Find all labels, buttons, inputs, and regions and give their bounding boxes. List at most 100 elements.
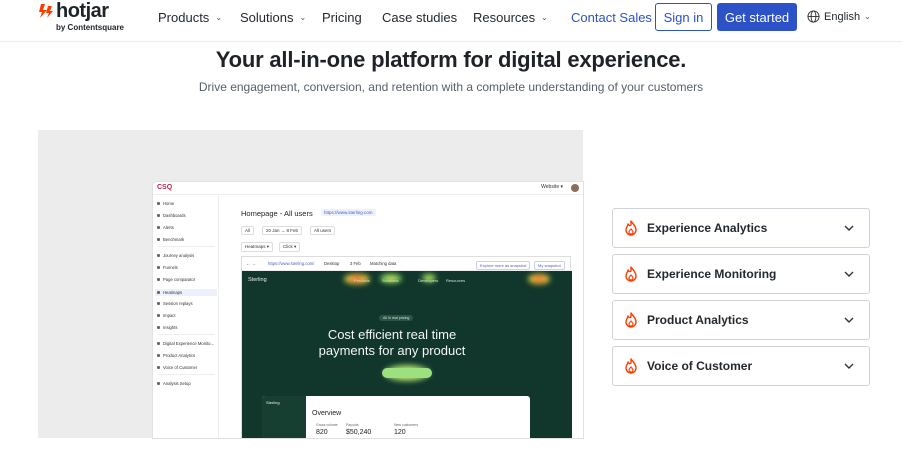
accordion-product-analytics[interactable]: Product Analytics — [612, 300, 870, 340]
heatmap-page-title: Homepage - All users — [241, 209, 313, 218]
filter-chip: All users — [310, 226, 336, 235]
kpi-value: $50,240 — [346, 429, 372, 436]
sign-in-button[interactable]: Sign in — [655, 3, 712, 31]
filter-chip: 20 Jan → 8 Feb — [262, 226, 303, 235]
sidebar-item-icon — [157, 202, 160, 205]
sidebar-item-label: Heatmaps — [163, 290, 183, 295]
sidebar-item: Journey analysis — [157, 253, 194, 258]
sidebar-item-label: Journey analysis — [163, 253, 195, 258]
sidebar-item-label: Funnels — [163, 265, 178, 270]
sidebar-item: Impact — [157, 313, 176, 318]
sidebar-item: Insights — [157, 325, 177, 330]
sidebar-item-label: Product Analytics — [163, 353, 196, 358]
heatmap-type-bar: Heatmaps ▾ Click ▾ — [241, 242, 301, 252]
sidebar-item-icon — [157, 266, 160, 269]
nav-case-studies[interactable]: Case studies — [382, 10, 457, 25]
sidebar-item-icon — [157, 382, 160, 385]
flame-icon — [625, 266, 637, 282]
accordion-label: Voice of Customer — [647, 359, 753, 373]
site-nav-item: Products — [354, 278, 370, 283]
heatmap-type-select: Heatmaps ▾ — [241, 242, 274, 252]
dashboard-title: Overview — [312, 410, 342, 417]
chevron-down-icon: ⌄ — [864, 12, 871, 21]
app-topbar: CSQ Website ▾ — [153, 182, 583, 195]
sidebar-item-label: Impact — [163, 313, 176, 318]
sidebar-item-label: Home — [163, 201, 175, 206]
site-nav-item: Resources — [446, 278, 466, 283]
accordion-voice-of-customer[interactable]: Voice of Customer — [612, 346, 870, 386]
heatmap-url: https://www.sterling.com/ — [268, 261, 315, 266]
globe-icon — [807, 10, 820, 23]
sidebar-item-icon — [157, 291, 160, 294]
explore-snapshot-button: Explore more as snapshot — [476, 261, 531, 270]
accordion-label: Experience Analytics — [647, 221, 768, 235]
page-subtitle: Drive engagement, conversion, and retent… — [198, 80, 704, 94]
accordion-experience-analytics[interactable]: Experience Analytics — [612, 208, 870, 248]
site-headline-line2: payments for any product — [318, 343, 466, 358]
site-headline-line1: Cost efficient real time — [327, 327, 457, 342]
date-label: 3 Feb — [350, 261, 361, 266]
sidebar-item-label: Digital Experience Monito... — [163, 341, 214, 346]
kpi-card: New customers 120 — [394, 423, 418, 436]
chevron-down-icon — [844, 225, 854, 231]
captured-website: Sterling Products Solutions Developers R… — [242, 271, 572, 438]
top-nav: hotjar by Contentsquare Products ⌄ Solut… — [0, 0, 902, 42]
nav-resources-label: Resources — [473, 10, 536, 25]
avatar — [571, 184, 579, 192]
sidebar-item: Benchmark — [157, 237, 184, 242]
filter-bar: All 20 Jan → 8 Feb All users — [241, 226, 336, 235]
site-nav-item: Developers — [418, 278, 439, 283]
contact-sales-link[interactable]: Contact Sales — [571, 10, 652, 25]
sidebar-item-label: Session replays — [163, 301, 193, 306]
device-label: Desktop — [324, 261, 340, 266]
csq-logo: CSQ — [157, 184, 173, 191]
nav-resources[interactable]: Resources ⌄ — [473, 10, 548, 25]
kpi-label: Payouts — [346, 423, 359, 427]
logo-text: hotjar — [56, 0, 109, 22]
get-started-button[interactable]: Get started — [717, 3, 797, 31]
kpi-value: 820 — [316, 429, 328, 436]
kpi-value: 120 — [394, 429, 406, 436]
nav-products-label: Products — [158, 10, 210, 25]
sidebar-item-icon — [157, 314, 160, 317]
hotjar-logo-icon — [39, 4, 53, 18]
sidebar-item: Digital Experience Monito... — [157, 341, 214, 346]
chevron-down-icon: ⌄ — [299, 13, 307, 22]
accordion-experience-monitoring[interactable]: Experience Monitoring — [612, 254, 870, 294]
hotjar-logo[interactable]: hotjar by Contentsquare — [38, 0, 138, 40]
sidebar-item-icon — [157, 354, 160, 357]
sidebar-item: Voice of Customer — [157, 365, 197, 370]
nav-pricing-label: Pricing — [322, 10, 362, 25]
sidebar-item-icon — [157, 238, 160, 241]
kpi-label: Gross volume — [316, 423, 338, 427]
sidebar-item-icon — [157, 342, 160, 345]
page-title: Your all-in-one platform for digital exp… — [215, 47, 687, 72]
dashboard-logo: Sterling — [266, 400, 280, 405]
heatmap-viewer: ← → https://www.sterling.com/ Desktop 3 … — [241, 256, 572, 438]
nav-products[interactable]: Products ⌄ — [158, 10, 222, 25]
language-label: English — [824, 10, 861, 23]
sidebar-divider — [157, 246, 215, 247]
accordion-label: Experience Monitoring — [647, 267, 777, 281]
click-type-select: Click ▾ — [279, 242, 301, 252]
website-selector: Website ▾ — [541, 184, 563, 190]
flame-icon — [625, 358, 637, 374]
product-screenshot: CSQ Website ▾ Home Dashboards Alerts Benchm… — [38, 130, 583, 438]
nav-pricing[interactable]: Pricing — [322, 10, 362, 25]
heatmap-blob — [528, 274, 550, 284]
sidebar-item-icon — [157, 366, 160, 369]
sidebar-item-label: Voice of Customer — [163, 365, 198, 370]
sidebar-item-label: Page comparator — [163, 277, 196, 282]
site-pill: All in real pricing — [379, 315, 414, 321]
site-nav-item: Solutions — [382, 278, 399, 283]
language-selector[interactable]: English ⌄ — [807, 10, 871, 23]
nav-solutions[interactable]: Solutions ⌄ — [240, 10, 306, 25]
app-window: CSQ Website ▾ Home Dashboards Alerts Benchm… — [153, 182, 583, 438]
flame-icon — [625, 220, 637, 236]
heatmap-toolbar: ← → https://www.sterling.com/ Desktop 3 … — [242, 257, 572, 271]
dashboard-sidebar: Sterling — [262, 396, 306, 438]
kpi-label: New customers — [394, 423, 419, 427]
sidebar-divider — [157, 374, 215, 375]
sidebar-divider — [157, 334, 215, 335]
sidebar-item-label: Insights — [163, 325, 178, 330]
